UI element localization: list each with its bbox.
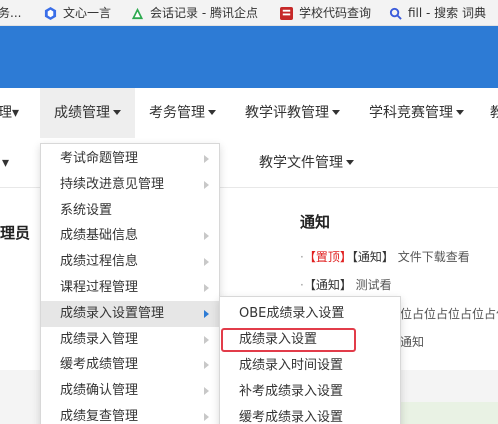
menu-item-label: 成绩过程信息 [60,254,139,270]
caret-down-icon [113,109,121,115]
menu-item-label: 持续改进意见管理 [60,176,165,192]
caret-down-icon [346,159,354,165]
submenu-item-makeup-entry[interactable]: 补考成绩录入设置 [220,379,400,405]
nav-label: 教 [490,105,498,121]
menu-item-label: 考试命题管理 [60,151,139,166]
main-nav: 理▾ 成绩管理 考务管理 教学评教管理 学科竞赛管理 教 [0,88,498,138]
menu-item-label: OBE成绩录入设置 [239,306,345,321]
bookmark-search[interactable]: fill - 搜索 词典 [389,4,486,22]
chevron-right-icon [204,309,209,318]
notice-title: 通知 [300,213,331,231]
bookmarks-bar: 务... 文心一言 会话记录 - 腾讯企点 学校代码查询 fill - 搜索 词… [0,0,498,26]
menu-item-exam-paper[interactable]: 考试命题管理 [41,146,219,172]
bookmark-school[interactable]: 学校代码查询 [280,4,371,22]
chevron-right-icon [204,361,209,370]
qidian-icon [131,7,144,19]
nav-label: 理▾ [0,105,20,121]
menu-item-deferred[interactable]: 缓考成绩管理 [41,352,219,378]
menu-item-label: 成绩录入时间设置 [239,358,344,373]
chevron-right-icon [204,335,209,344]
menu-item-label: 系统设置 [60,202,113,218]
pinned-tag: 【置顶】 [309,250,352,264]
menu-item-system-settings[interactable]: 系统设置 [41,198,219,224]
submenu-item-obe-entry[interactable]: OBE成绩录入设置 [220,301,400,327]
menu-item-confirm[interactable]: 成绩确认管理 [41,378,219,404]
chevron-right-icon [204,258,209,267]
nav-label: 学科竞赛管理 [369,105,453,121]
nav-item-prev[interactable]: 理▾ [0,88,19,138]
admin-title: 理员 [0,224,31,242]
bookmark-wenxin[interactable]: 文心一言 [44,4,111,22]
menu-item-label: 课程过程管理 [60,279,139,295]
notice-text: 文件下载查看 [397,250,470,264]
header-banner [0,26,498,88]
submenu-item-entry-settings[interactable]: 成绩录入设置 [220,327,400,353]
notice-tag: 【通知】 [309,278,352,292]
notice-tag: 【通知】 [351,250,394,264]
score-management-dropdown: 考试命题管理 持续改进意见管理 系统设置 成绩基础信息 成绩过程信息 课程过程管… [40,143,220,424]
bookmark-label: 务... [0,6,22,20]
menu-item-score-basic[interactable]: 成绩基础信息 [41,223,219,249]
chevron-right-icon [204,283,209,292]
notice-text: 测试看 [355,278,392,292]
nav-item-competition[interactable]: 学科竞赛管理 [369,88,464,138]
search-icon [389,7,402,20]
menu-item-label: 成绩录入管理 [60,331,139,347]
wenxin-icon [44,6,57,20]
menu-item-label: 缓考成绩管理 [60,357,139,373]
menu-item-label: 成绩录入设置管理 [60,305,165,321]
caret-down-icon [456,109,464,115]
entry-settings-submenu: OBE成绩录入设置 成绩录入设置 成绩录入时间设置 补考成绩录入设置 缓考成绩录… [219,296,401,424]
menu-item-entry-settings[interactable]: 成绩录入设置管理 [41,300,219,327]
notice-item[interactable]: · 【置顶】【通知】 文件下载查看 [300,248,470,265]
chevron-right-icon [204,180,209,189]
menu-item-review[interactable]: 成绩复查管理 [41,404,219,424]
nav-item-teaching-docs[interactable]: 教学文件管理 [259,138,354,188]
bookmark-label: fill - 搜索 词典 [408,6,487,20]
highlight-box [221,328,356,352]
bullet-icon: · [300,278,304,292]
menu-item-label: 缓考成绩录入设置 [239,410,344,424]
submenu-item-entry-time[interactable]: 成绩录入时间设置 [220,353,400,379]
menu-item-label: 成绩复查管理 [60,408,139,424]
menu-item-label: 补考成绩录入设置 [239,384,344,399]
bullet-icon: · [300,250,304,264]
nav-label: 教学文件管理 [259,155,343,171]
nav-item-prev-row2[interactable]: ▾ [2,138,9,188]
chevron-right-icon [204,412,209,421]
notice-fragment: 通知 [400,335,425,349]
chevron-right-icon [204,387,209,396]
nav-label: 教学评教管理 [245,105,329,121]
menu-item-label: 成绩基础信息 [60,228,139,244]
bookmark-qidian[interactable]: 会话记录 - 腾讯企点 [131,4,258,22]
menu-item-label: 成绩确认管理 [60,383,139,399]
bookmark-label: 文心一言 [63,6,112,20]
caret-down-icon [332,109,340,115]
menu-item-course-process[interactable]: 课程过程管理 [41,275,219,301]
nav-label: 成绩管理 [54,105,110,121]
notice-fragment: 位占位占位占位占位 [400,307,498,321]
nav-item-score-management[interactable]: 成绩管理 [40,88,135,138]
nav-item-teaching-eval[interactable]: 教学评教管理 [245,88,340,138]
menu-item-improvement[interactable]: 持续改进意见管理 [41,172,219,198]
submenu-item-deferred-entry[interactable]: 缓考成绩录入设置 [220,405,400,424]
menu-item-entry-management[interactable]: 成绩录入管理 [41,327,219,353]
bookmark-label: 会话记录 - 腾讯企点 [150,6,258,20]
nav-item-exam-affairs[interactable]: 考务管理 [149,88,216,138]
content-green-block [400,402,498,424]
chevron-right-icon [204,232,209,241]
school-icon [280,6,293,20]
menu-item-score-process[interactable]: 成绩过程信息 [41,249,219,275]
caret-down-icon [208,109,216,115]
nav-item-next[interactable]: 教 [490,88,498,138]
nav-label: 考务管理 [149,105,205,121]
bookmark-label: 学校代码查询 [299,6,372,20]
notice-item[interactable]: · 【通知】 测试看 [300,276,392,293]
chevron-right-icon [204,155,209,163]
bookmark-1[interactable]: 务... [0,4,21,22]
nav-label: ▾ [2,155,10,171]
